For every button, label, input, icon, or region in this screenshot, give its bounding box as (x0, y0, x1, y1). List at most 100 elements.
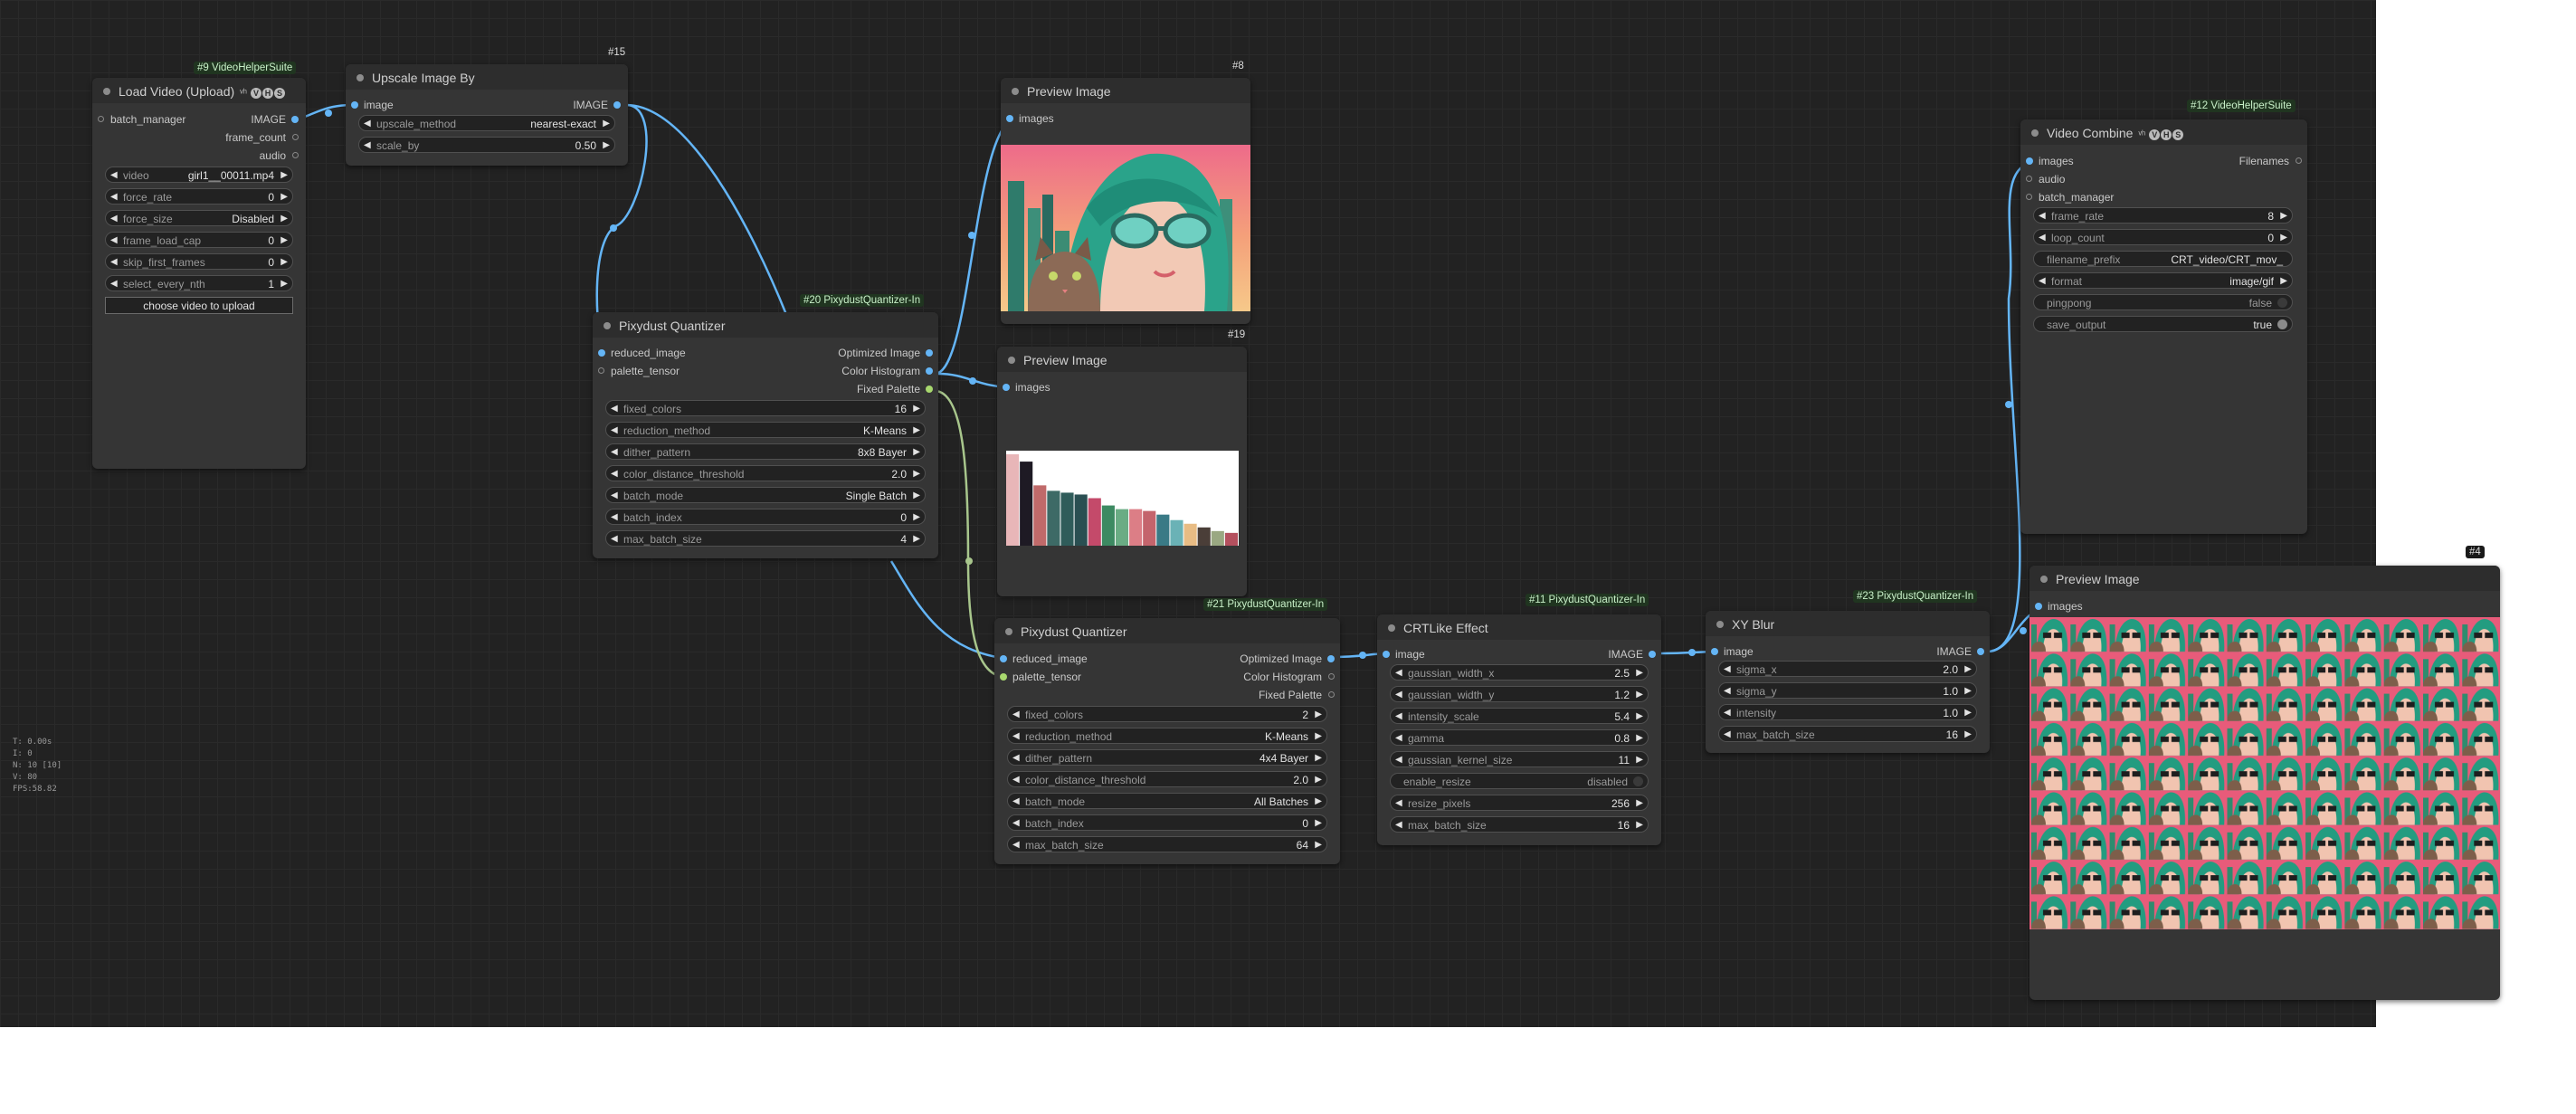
node-title-bar[interactable]: Preview Image (997, 347, 1247, 372)
socket-icon[interactable] (613, 101, 621, 109)
input-audio[interactable]: audio (2026, 171, 2065, 187)
load-video-node[interactable]: Load Video (Upload) ᵛʰ VHS batch_manager … (92, 78, 306, 469)
widget-frame-load-cap[interactable]: ◀ frame_load_cap 0 ▶ (105, 232, 293, 248)
node-title-bar[interactable]: Video Combine ᵛʰ VHS (2020, 119, 2307, 145)
increment-arrow-icon[interactable]: ▶ (1315, 794, 1322, 810)
combo-format[interactable]: ◀ format image/gif ▶ (2033, 272, 2293, 289)
socket-icon[interactable] (926, 367, 933, 375)
input-image[interactable]: image (1383, 646, 1425, 662)
socket-icon[interactable] (1006, 115, 1013, 122)
node-title-bar[interactable]: Pixydust Quantizer (593, 312, 938, 338)
decrement-arrow-icon[interactable]: ◀ (1724, 662, 1731, 678)
output-optimized-image[interactable]: Optimized Image (1240, 651, 1335, 667)
widget-batch-index[interactable]: ◀ batch_index 0 ▶ (1007, 814, 1327, 831)
widget-dither-pattern[interactable]: ◀ dither_pattern 4x4 Bayer ▶ (1007, 749, 1327, 766)
input-palette-tensor[interactable]: palette_tensor (598, 363, 680, 379)
decrement-arrow-icon[interactable]: ◀ (110, 233, 118, 249)
input-image[interactable]: image (351, 97, 394, 113)
increment-arrow-icon[interactable]: ▶ (1315, 837, 1322, 853)
decrement-arrow-icon[interactable]: ◀ (2039, 208, 2046, 224)
input-batch-manager[interactable]: batch_manager (98, 111, 185, 128)
increment-arrow-icon[interactable]: ▶ (603, 116, 610, 132)
input-images[interactable]: images (1006, 110, 1054, 127)
widget-gaussian-kernel-size[interactable]: ◀ gaussian_kernel_size 11 ▶ (1390, 751, 1649, 767)
final-preview-image-node[interactable]: Preview Image images (2029, 566, 2500, 1000)
increment-arrow-icon[interactable]: ▶ (2280, 273, 2287, 290)
decrement-arrow-icon[interactable]: ◀ (1395, 709, 1402, 725)
input-images[interactable]: images (2026, 153, 2074, 169)
widget-intensity-scale[interactable]: ◀ intensity_scale 5.4 ▶ (1390, 708, 1649, 724)
increment-arrow-icon[interactable]: ▶ (1964, 705, 1972, 721)
socket-icon[interactable] (1003, 384, 1010, 391)
input-batch-manager[interactable]: batch_manager (2026, 189, 2114, 205)
decrement-arrow-icon[interactable]: ◀ (1012, 772, 1020, 788)
widget-gamma[interactable]: ◀ gamma 0.8 ▶ (1390, 729, 1649, 746)
increment-arrow-icon[interactable]: ▶ (280, 167, 288, 184)
widget-intensity[interactable]: ◀ intensity 1.0 ▶ (1718, 704, 1977, 720)
increment-arrow-icon[interactable]: ▶ (913, 466, 920, 482)
increment-arrow-icon[interactable]: ▶ (280, 254, 288, 271)
collapse-dot[interactable] (356, 74, 364, 81)
widget-video[interactable]: ◀ video girl1__00011.mp4 ▶ (105, 167, 293, 183)
increment-arrow-icon[interactable]: ▶ (1315, 750, 1322, 766)
node-graph-canvas[interactable]: #9 VideoHelperSuite Load Video (Upload) ᵛ… (0, 0, 2500, 1027)
toggle-pingpong[interactable]: pingpong false (2033, 294, 2293, 310)
decrement-arrow-icon[interactable]: ◀ (611, 531, 618, 547)
decrement-arrow-icon[interactable]: ◀ (1724, 727, 1731, 743)
socket-icon[interactable] (2026, 176, 2032, 182)
crtlike-effect-node[interactable]: CRTLike Effect image IMAGE ◀ gaussian_wid… (1377, 614, 1661, 845)
decrement-arrow-icon[interactable]: ◀ (1012, 794, 1020, 810)
widget-gaussian-width-x[interactable]: ◀ gaussian_width_x 2.5 ▶ (1390, 664, 1649, 681)
widget-select-every-nth[interactable]: ◀ select_every_nth 1 ▶ (105, 275, 293, 291)
decrement-arrow-icon[interactable]: ◀ (611, 509, 618, 526)
output-frame-count[interactable]: frame_count (225, 129, 299, 146)
increment-arrow-icon[interactable]: ▶ (603, 138, 610, 154)
xy-blur-node[interactable]: XY Blur image IMAGE ◀ sigma_x 2.0 ▶ ◀ sigma_… (1706, 611, 1990, 753)
widget-force-rate[interactable]: ◀ force_rate 0 ▶ (105, 188, 293, 205)
socket-icon[interactable] (1383, 651, 1390, 658)
increment-arrow-icon[interactable]: ▶ (913, 423, 920, 439)
decrement-arrow-icon[interactable]: ◀ (611, 466, 618, 482)
increment-arrow-icon[interactable]: ▶ (1964, 727, 1972, 743)
node-title-bar[interactable]: Preview Image (2029, 566, 2500, 591)
increment-arrow-icon[interactable]: ▶ (1315, 772, 1322, 788)
widget-color-distance-threshold[interactable]: ◀ color_distance_threshold 2.0 ▶ (605, 465, 926, 481)
widget-dither-pattern[interactable]: ◀ dither_pattern 8x8 Bayer ▶ (605, 443, 926, 460)
output-optimized-image[interactable]: Optimized Image (838, 345, 933, 361)
choose-video-button[interactable]: choose video to upload (105, 297, 293, 314)
socket-icon[interactable] (598, 367, 604, 374)
widget-frame-rate[interactable]: ◀ frame_rate 8 ▶ (2033, 207, 2293, 224)
widget-max-batch-size[interactable]: ◀ max_batch_size 64 ▶ (1007, 836, 1327, 852)
node-title-bar[interactable]: Preview Image (1001, 78, 1250, 103)
increment-arrow-icon[interactable]: ▶ (280, 233, 288, 249)
widget-scale-by[interactable]: ◀ scale_by 0.50 ▶ (358, 137, 615, 153)
video-combine-node[interactable]: Video Combine ᵛʰ VHS images audio batch_m… (2020, 119, 2307, 534)
increment-arrow-icon[interactable]: ▶ (1636, 730, 1643, 747)
decrement-arrow-icon[interactable]: ◀ (1395, 687, 1402, 703)
widget-sigma-x[interactable]: ◀ sigma_x 2.0 ▶ (1718, 661, 1977, 677)
toggle-knob-icon[interactable] (2277, 319, 2287, 329)
widget-batch-index[interactable]: ◀ batch_index 0 ▶ (605, 509, 926, 525)
widget-fixed-colors[interactable]: ◀ fixed_colors 16 ▶ (605, 400, 926, 416)
increment-arrow-icon[interactable]: ▶ (280, 189, 288, 205)
socket-icon[interactable] (926, 349, 933, 357)
socket-icon[interactable] (1327, 655, 1335, 662)
socket-icon[interactable] (98, 116, 104, 122)
pixydust-quantizer-21-node[interactable]: Pixydust Quantizer reduced_image palette… (994, 618, 1340, 864)
pixydust-quantizer-20-node[interactable]: Pixydust Quantizer reduced_image palette… (593, 312, 938, 558)
decrement-arrow-icon[interactable]: ◀ (1012, 815, 1020, 832)
widget-max-batch-size[interactable]: ◀ max_batch_size 4 ▶ (605, 530, 926, 547)
color-histogram-image[interactable] (1006, 451, 1239, 546)
socket-icon[interactable] (292, 152, 299, 158)
decrement-arrow-icon[interactable]: ◀ (1012, 728, 1020, 745)
decrement-arrow-icon[interactable]: ◀ (1395, 817, 1402, 833)
text-filename-prefix[interactable]: filename_prefix CRT_video/CRT_mov_ (2033, 251, 2293, 267)
increment-arrow-icon[interactable]: ▶ (1315, 707, 1322, 723)
increment-arrow-icon[interactable]: ▶ (2280, 208, 2287, 224)
increment-arrow-icon[interactable]: ▶ (913, 531, 920, 547)
output-fixed-palette[interactable]: Fixed Palette (1259, 687, 1335, 703)
widget-reduction-method[interactable]: ◀ reduction_method K-Means ▶ (605, 422, 926, 438)
increment-arrow-icon[interactable]: ▶ (913, 401, 920, 417)
socket-icon[interactable] (1711, 648, 1718, 655)
decrement-arrow-icon[interactable]: ◀ (611, 444, 618, 461)
